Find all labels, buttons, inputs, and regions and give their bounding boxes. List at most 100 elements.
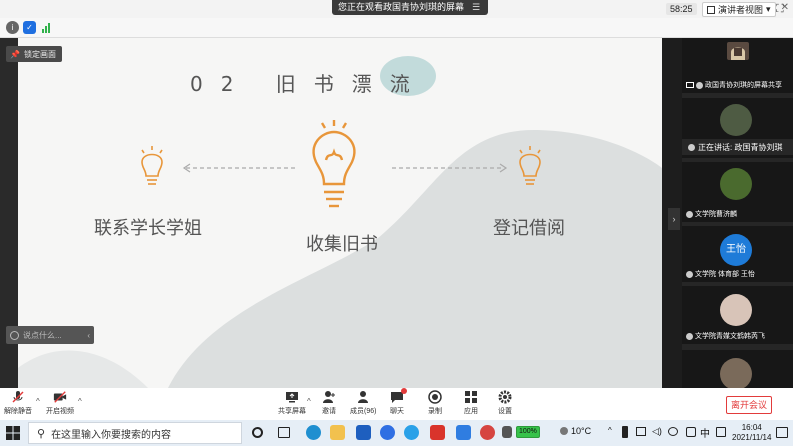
participant-label: 文学院青媒文鹤韩芮飞 xyxy=(686,331,765,341)
apps-icon xyxy=(464,390,478,404)
task-view-icon[interactable] xyxy=(278,427,290,438)
taskbar: ⚲ 在这里输入你要搜索的内容 100% 10°C ^ ◁) 中 16:04 20… xyxy=(0,420,793,446)
screen-share-icon xyxy=(686,82,694,88)
notification-badge xyxy=(401,388,407,394)
participant-panel: 政国青协刘琪的屏幕共享 文学院曹济麟 王怡 文学院 体育部 王怡 文学院青媒文鹤… xyxy=(682,38,793,388)
microphone-icon xyxy=(696,81,703,89)
microphone-off-icon xyxy=(11,390,25,404)
apps-button[interactable]: 应用 xyxy=(464,390,478,416)
chevron-up-icon[interactable]: ^ xyxy=(36,397,40,406)
microphone-muted-icon xyxy=(686,210,693,218)
ime-indicator[interactable]: 中 xyxy=(700,425,710,440)
windows-start-icon[interactable] xyxy=(6,426,20,440)
meeting-toolbar: i ✓ xyxy=(0,18,793,38)
lightbulb-icon-center xyxy=(312,120,356,208)
network-icon[interactable] xyxy=(636,427,646,436)
layout-icon xyxy=(707,5,715,14)
members-button[interactable]: 成员(96) xyxy=(350,390,376,416)
avatar-initials: 王怡 xyxy=(720,234,752,266)
volume-icon[interactable]: ◁) xyxy=(652,426,662,437)
share-screen-icon xyxy=(285,390,299,404)
avatar xyxy=(720,104,752,136)
chevron-up-icon[interactable]: ^ xyxy=(307,397,311,406)
chat-input[interactable]: 说点什么... ‹ xyxy=(6,326,94,344)
participant-tile[interactable]: 文学院青媒文鹤韩芮飞 xyxy=(682,286,793,344)
invite-button[interactable]: 邀请 xyxy=(322,390,336,416)
participant-tile[interactable] xyxy=(682,350,793,388)
photos-icon[interactable] xyxy=(456,425,471,440)
system-clock[interactable]: 16:04 2021/11/14 xyxy=(732,423,771,443)
start-video-button[interactable]: 开启视频 xyxy=(46,390,74,416)
unmute-button[interactable]: 解除静音 xyxy=(4,390,32,416)
leave-meeting-button[interactable]: 离开会议 xyxy=(726,396,772,414)
chevron-up-icon[interactable]: ^ xyxy=(78,397,82,406)
avatar xyxy=(720,358,752,388)
wifi-icon[interactable] xyxy=(668,427,678,436)
participant-tile[interactable]: 文学院曹济麟 xyxy=(682,162,793,222)
notice-text: 您正在观看政国青协刘琪的屏幕 xyxy=(338,2,465,12)
input-icon[interactable] xyxy=(686,427,696,437)
chevron-up-icon[interactable]: ^ xyxy=(608,426,612,435)
slide-label-center: 收集旧书 xyxy=(306,234,378,255)
shield-icon[interactable]: ✓ xyxy=(23,21,36,34)
lightbulb-icon-left xyxy=(141,146,163,185)
weather-icon xyxy=(560,427,568,435)
pin-icon: 📌 xyxy=(10,49,20,59)
view-mode-button[interactable]: 演讲者视图 ▾ xyxy=(702,2,776,17)
lightbulb-icon-right xyxy=(519,146,541,185)
avatar xyxy=(720,168,752,200)
participant-tile[interactable]: 政国青协刘琪的屏幕共享 xyxy=(682,38,793,93)
phone-icon[interactable] xyxy=(502,426,512,438)
screen-share-thumbnail xyxy=(682,38,793,82)
invite-icon xyxy=(322,390,336,404)
gear-icon xyxy=(498,390,512,404)
meeting-timer: 58:25 xyxy=(666,3,697,15)
battery-indicator[interactable]: 100% xyxy=(516,426,540,438)
lock-screen-label: 锁定画面 xyxy=(23,49,56,59)
view-mode-label: 演讲者视图 xyxy=(718,5,764,15)
participant-tile[interactable]: 王怡 文学院 体育部 王怡 xyxy=(682,226,793,282)
record-button[interactable]: 录制 xyxy=(428,390,442,416)
participant-label: 文学院 体育部 王怡 xyxy=(686,269,755,279)
mail-icon[interactable] xyxy=(356,425,371,440)
slide-label-right: 登记借阅 xyxy=(493,218,565,239)
slide-label-left: 联系学长学姐 xyxy=(94,218,202,239)
lock-screen-button[interactable]: 📌 锁定画面 xyxy=(6,46,62,62)
wps-icon[interactable] xyxy=(430,425,445,440)
search-icon: ⚲ xyxy=(37,427,46,440)
emoji-icon[interactable] xyxy=(10,330,19,340)
members-icon xyxy=(356,390,370,404)
screen-share-notice: 您正在观看政国青协刘琪的屏幕 ☰ xyxy=(332,0,489,15)
record-icon xyxy=(428,390,442,404)
cortana-icon[interactable] xyxy=(252,427,263,438)
arrow-left xyxy=(182,163,298,173)
slide-graphics xyxy=(141,120,541,208)
participant-label: 文学院曹济麟 xyxy=(686,209,737,219)
browser-icon[interactable] xyxy=(380,425,395,440)
microphone-muted-icon xyxy=(686,332,693,340)
chat-button[interactable]: 聊天 xyxy=(390,388,407,416)
weather-widget[interactable]: 10°C xyxy=(560,426,591,436)
hamburger-icon[interactable]: ☰ xyxy=(470,0,482,15)
speaking-indicator: 正在讲话: 政国青协刘琪 xyxy=(682,139,793,155)
meeting-app-icon[interactable] xyxy=(480,425,495,440)
settings-button[interactable]: 设置 xyxy=(498,390,512,416)
chat-placeholder: 说点什么... xyxy=(23,330,62,340)
share-screen-button[interactable]: 共享屏幕 xyxy=(278,390,306,416)
chevron-down-icon: ▾ xyxy=(766,4,771,14)
taskbar-search-input[interactable]: ⚲ 在这里输入你要搜索的内容 xyxy=(28,422,242,444)
microphone-icon xyxy=(688,143,695,151)
signal-icon[interactable] xyxy=(42,22,50,33)
usb-icon[interactable] xyxy=(622,426,628,438)
app-icon[interactable] xyxy=(404,425,419,440)
chevron-left-icon[interactable]: ‹ xyxy=(87,331,90,340)
keyboard-icon[interactable] xyxy=(716,427,726,437)
fullscreen-icon[interactable]: ⛶ xyxy=(776,3,784,16)
info-icon[interactable]: i xyxy=(6,21,19,34)
collapse-panel-button[interactable]: › xyxy=(668,208,680,230)
edge-icon[interactable] xyxy=(306,425,321,440)
file-explorer-icon[interactable] xyxy=(330,425,345,440)
meeting-controls: 解除静音 ^ 开启视频 ^ 共享屏幕 ^ 邀请 成员(96) 聊天 录制 应用 … xyxy=(0,388,793,420)
notification-center-icon[interactable] xyxy=(776,427,788,438)
avatar xyxy=(720,294,752,326)
